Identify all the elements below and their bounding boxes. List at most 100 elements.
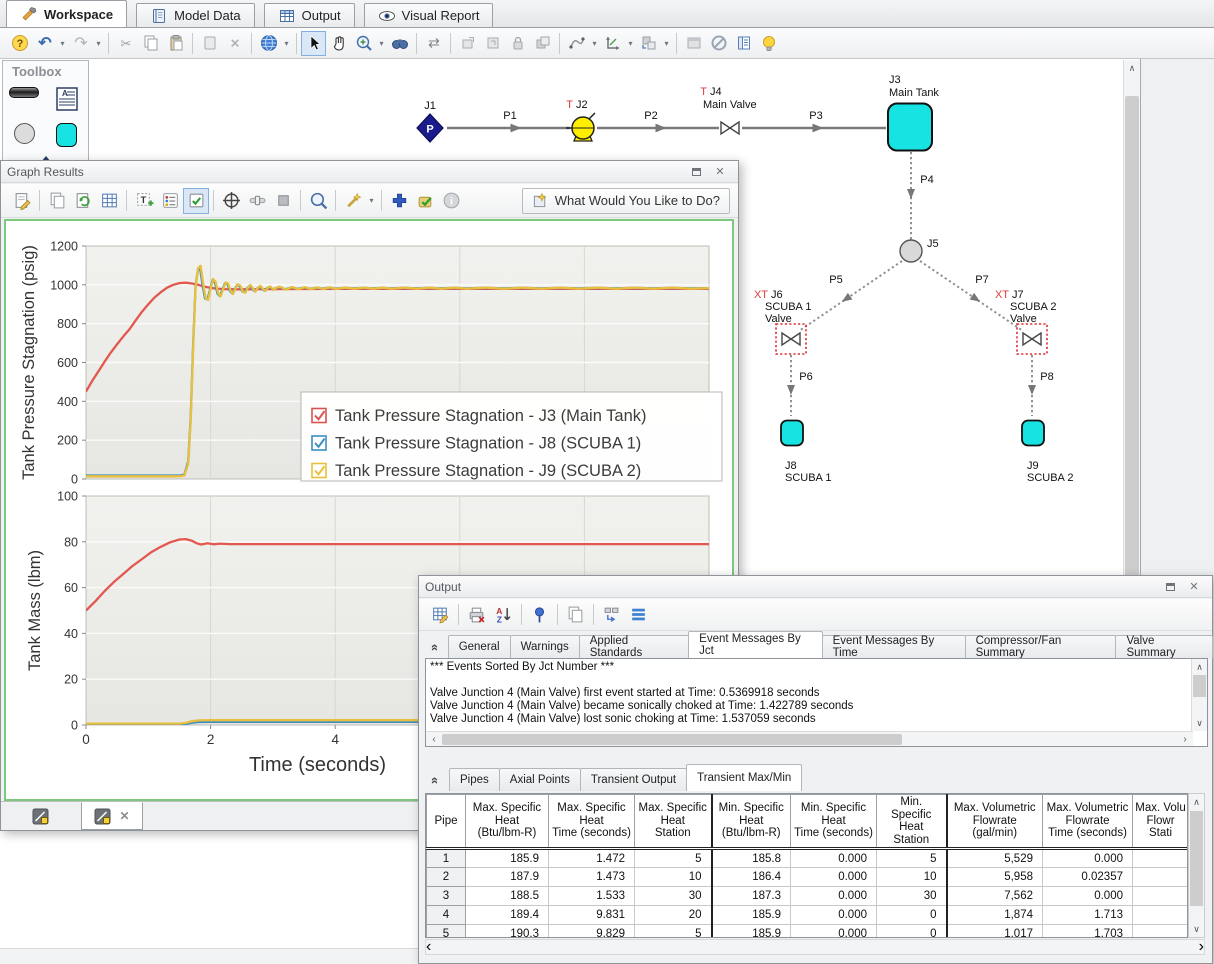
pipe-tool-icon[interactable] [9, 87, 39, 98]
dropdown-caret-icon[interactable]: ▾ [366, 188, 377, 213]
scroll-down-arrow-icon[interactable]: ∨ [1192, 715, 1207, 731]
restore-window-button[interactable] [684, 163, 708, 181]
output-tab-pipes[interactable]: Pipes [449, 768, 500, 791]
graph-gmag-button[interactable] [305, 188, 331, 214]
swap-button[interactable]: ⇄ [421, 31, 446, 56]
graph-results-titlebar[interactable]: Graph Results ✕ [1, 161, 738, 183]
output-tab-warnings[interactable]: Warnings [510, 635, 580, 658]
graph-gsend-button[interactable] [70, 188, 96, 214]
paste-button[interactable] [163, 31, 188, 56]
scroll-left-arrow-icon[interactable]: ‹ [426, 733, 442, 746]
graph-gcheck-button[interactable] [412, 188, 438, 214]
scroll-right-arrow-icon[interactable]: › [1199, 938, 1204, 956]
messages-vertical-scrollbar[interactable]: ∧ ∨ [1191, 659, 1207, 731]
table-horizontal-scrollbar[interactable]: ‹ › [425, 939, 1205, 955]
dropdown-caret-icon[interactable]: ▾ [93, 31, 104, 56]
close-graph-tab-icon[interactable]: ✕ [119, 809, 129, 823]
scroll-right-arrow-icon[interactable]: › [1177, 733, 1193, 746]
output-tab-compressor-fan-summary[interactable]: Compressor/Fan Summary [965, 635, 1117, 658]
redo-button[interactable]: ↷ [68, 31, 93, 56]
table-row[interactable]: 5190.39.8295185.90.00001,0171.703 [427, 925, 1189, 939]
annotation-tool-icon[interactable]: A [56, 87, 78, 111]
column-header[interactable]: Min. Specific Heat (Btu/lbm-R) [712, 795, 791, 849]
column-header[interactable]: Pipe [427, 795, 466, 849]
graph-gsquare-button[interactable] [270, 188, 296, 214]
cut-button[interactable]: ✂ [113, 31, 138, 56]
scroll-up-arrow-icon[interactable]: ∧ [1124, 60, 1140, 76]
scroll-up-arrow-icon[interactable]: ∧ [1189, 794, 1204, 810]
tab-visual-report[interactable]: Visual Report [364, 3, 494, 27]
output-oreorder-button[interactable] [598, 602, 625, 628]
duplicate-button[interactable] [197, 31, 222, 56]
block-button[interactable] [706, 31, 731, 56]
polyline-button[interactable] [564, 31, 589, 56]
graph-glist-button[interactable] [157, 188, 183, 214]
delete-button[interactable]: ✕ [222, 31, 247, 56]
globe-button[interactable] [256, 31, 281, 56]
graph-gcopy-button[interactable] [44, 188, 70, 214]
collapse-panel-chevron-icon[interactable]: » [423, 636, 444, 658]
scroll-down-arrow-icon[interactable]: ∨ [1189, 921, 1204, 937]
column-header[interactable]: Max. Volumetric Flowrate Time (seconds) [1043, 795, 1133, 849]
what-would-you-like-to-do-button[interactable]: What Would You Like to Do? [522, 188, 730, 214]
dropdown-caret-icon[interactable]: ▾ [589, 31, 600, 56]
column-header[interactable]: Max. Specific Heat (Btu/lbm-R) [466, 795, 549, 849]
graph-gtext-button[interactable]: T [131, 188, 157, 214]
output-tab-transient-max-min[interactable]: Transient Max/Min [686, 764, 802, 791]
help-button[interactable]: ? [7, 31, 32, 56]
tab-model-data[interactable]: Model Data [136, 3, 254, 27]
graph-gcross-button[interactable] [218, 188, 244, 214]
scroll-up-arrow-icon[interactable]: ∧ [1192, 659, 1207, 675]
output-tab-general[interactable]: General [448, 635, 511, 658]
cursor-button[interactable] [301, 31, 326, 56]
output-ocopy-button[interactable] [562, 602, 589, 628]
table-row[interactable]: 1185.91.4725185.80.00055,5290.000 [427, 849, 1189, 868]
dropdown-caret-icon[interactable]: ▾ [57, 31, 68, 56]
messages-horizontal-scrollbar[interactable]: ‹ › [426, 731, 1193, 746]
restore-window-button[interactable] [1158, 578, 1182, 596]
graph-gadd-button[interactable] [386, 188, 412, 214]
graph-gcheckbox-button[interactable] [183, 188, 209, 214]
hand-button[interactable] [326, 31, 351, 56]
graph-tab-2[interactable]: ✕ [81, 802, 143, 830]
form-button[interactable] [681, 31, 706, 56]
graph-ginfo-button[interactable]: i [438, 188, 464, 214]
output-olist-button[interactable] [625, 602, 652, 628]
undo-button[interactable]: ↶ [32, 31, 57, 56]
graph-gwand-button[interactable] [340, 188, 366, 214]
output-tab-event-messages-by-time[interactable]: Event Messages By Time [822, 635, 966, 658]
bulb-button[interactable] [756, 31, 781, 56]
graph-gedit-button[interactable] [9, 188, 35, 214]
tank-tool-icon[interactable] [56, 123, 77, 147]
output-opin-button[interactable] [526, 602, 553, 628]
output-tab-applied-standards[interactable]: Applied Standards [579, 635, 689, 658]
junction-tool-icon[interactable] [14, 123, 35, 144]
table-row[interactable]: 4189.49.83120185.90.00001,8741.713 [427, 906, 1189, 925]
legend-checkbox[interactable] [312, 436, 326, 450]
output-tab-event-messages-by-jct[interactable]: Event Messages By Jct [688, 631, 822, 658]
column-header[interactable]: Max. Specific Heat Station [635, 795, 712, 849]
graph-tab-1[interactable] [9, 802, 71, 830]
output-tab-valve-summary[interactable]: Valve Summary [1115, 635, 1213, 658]
column-header[interactable]: Max. Volumetric Flowrate (gal/min) [947, 795, 1043, 849]
legend-checkbox[interactable] [312, 409, 326, 423]
column-header[interactable]: Max. Specific Heat Time (seconds) [549, 795, 635, 849]
dropdown-caret-icon[interactable]: ▾ [661, 31, 672, 56]
dropdown-caret-icon[interactable]: ▾ [281, 31, 292, 56]
graph-gslider-button[interactable] [244, 188, 270, 214]
lock-button[interactable] [505, 31, 530, 56]
copy-button[interactable] [138, 31, 163, 56]
close-window-button[interactable]: ✕ [708, 163, 732, 181]
layers-button[interactable] [636, 31, 661, 56]
output-tab-transient-output[interactable]: Transient Output [580, 768, 687, 791]
column-header[interactable]: Min. Specific Heat Station [877, 795, 947, 849]
output-titlebar[interactable]: Output ✕ [419, 576, 1212, 598]
scroll-left-arrow-icon[interactable]: ‹ [426, 938, 431, 956]
scale-button[interactable] [600, 31, 625, 56]
column-header[interactable]: Max. Volu Flowr Stati [1133, 795, 1189, 849]
dropdown-caret-icon[interactable]: ▾ [625, 31, 636, 56]
float-button[interactable] [455, 31, 480, 56]
output-oprint-button[interactable] [463, 602, 490, 628]
table-row[interactable]: 3188.51.53330187.30.000307,5620.000 [427, 887, 1189, 906]
dropdown-caret-icon[interactable]: ▾ [376, 31, 387, 56]
